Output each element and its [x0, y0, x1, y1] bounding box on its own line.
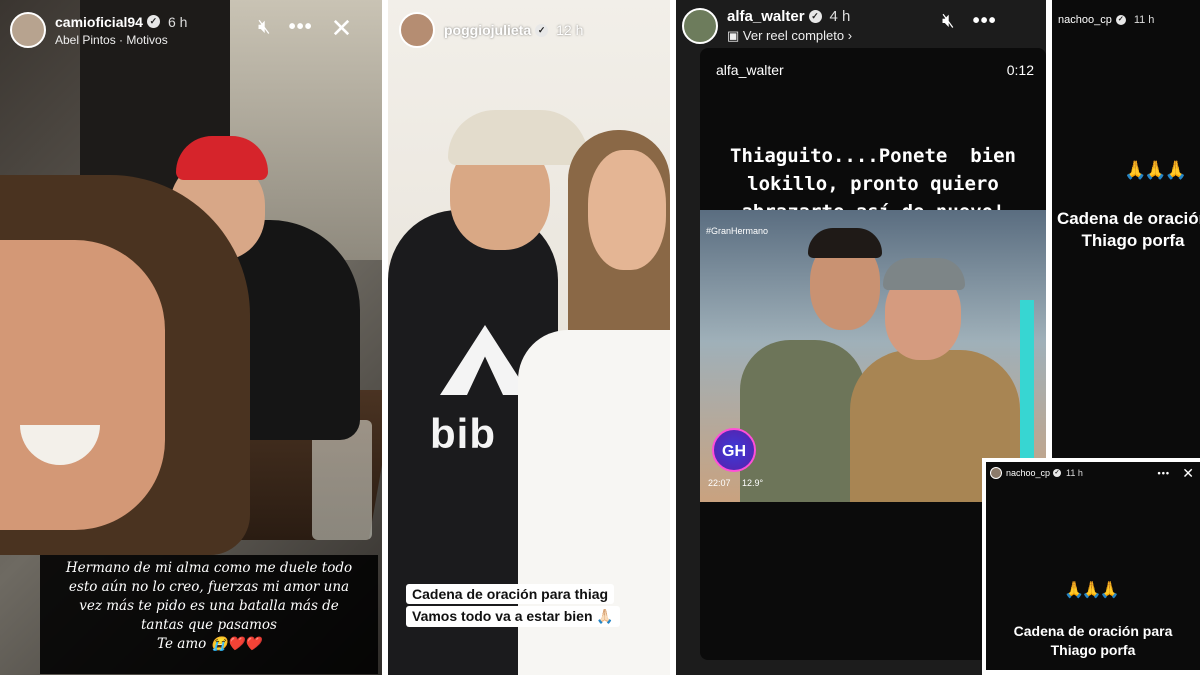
caption-line: tantas que pasamos — [140, 617, 277, 633]
mute-icon[interactable]: 🔇︎ — [942, 10, 955, 33]
bandana-shape — [883, 258, 965, 290]
story-controls: 🔇︎ ••• — [942, 10, 997, 33]
story-inner: nachoo_cp ✓ 11 h ••• ✕ 🙏🙏🙏 Cadena de ora… — [986, 462, 1200, 670]
caption-line: esto aún no lo creo, fuerzas mi amor una — [68, 579, 350, 595]
caption-line: Thiago porfa — [1050, 642, 1136, 658]
avatar[interactable] — [682, 8, 718, 44]
pray-emoji: 🙏🙏🙏 — [1124, 160, 1187, 180]
timestamp: 12 h — [556, 22, 584, 38]
verified-icon: ✓ — [1115, 15, 1126, 25]
story-panel-poggiojulieta: bib poggiojulieta ✓ 12 h Cadena de oraci… — [388, 0, 670, 675]
story-caption-line-1: Cadena de oración para thiag — [406, 584, 615, 604]
username[interactable]: alfa_walter — [727, 8, 805, 25]
story-header: poggiojulieta ✓ 12 h — [388, 0, 670, 60]
woman-face-shape — [588, 150, 666, 270]
caption-line: Cadena de oración para — [1013, 623, 1173, 639]
reel-icon: ▣ — [727, 28, 740, 43]
close-icon[interactable]: ✕ — [331, 15, 353, 41]
verified-icon: ✓ — [1053, 469, 1062, 477]
username[interactable]: nachoo_cp — [1058, 14, 1112, 26]
verified-icon: ✓ — [146, 15, 160, 28]
hoodie-text: bib — [430, 410, 496, 457]
reel-username: alfa_walter — [716, 62, 784, 78]
avatar[interactable] — [399, 12, 435, 48]
story-panel-nachoo_cp-small: nachoo_cp ✓ 11 h ••• ✕ 🙏🙏🙏 Cadena de ora… — [982, 458, 1200, 675]
story-panel-camioficial94: camioficial94 ✓ 6 h Abel Pintos · Motivo… — [0, 0, 382, 675]
beige-cap-shape — [448, 110, 588, 165]
story-header: nachoo_cp ✓ 11 h — [1052, 0, 1200, 40]
verified-icon: ✓ — [535, 23, 549, 37]
tv-hashtag: #GranHermano — [706, 226, 769, 236]
pray-emoji: 🙏🙏🙏 — [1064, 582, 1120, 599]
timestamp: 11 h — [1066, 468, 1083, 478]
caption-line: Cadena de oración — [1056, 209, 1200, 228]
story-controls: 🔇︎ ••• ✕ — [258, 15, 353, 41]
reel-text-line: lokillo, pronto quiero — [747, 173, 999, 195]
story-caption: Hermano de mi alma como me duele todo es… — [40, 555, 378, 674]
story-panel-nachoo_cp: nachoo_cp ✓ 11 h 🙏🙏🙏 Cadena de oración T… — [1052, 0, 1200, 460]
avatar[interactable] — [10, 12, 46, 48]
story-caption-line-2: Vamos todo va a estar bien 🙏🏻 — [406, 606, 620, 627]
story-header: nachoo_cp ✓ 11 h ••• ✕ — [986, 462, 1200, 484]
gh-logo: GH — [712, 428, 756, 472]
reel-text-line: Thiaguito....Ponete bien — [730, 145, 1016, 167]
view-reel-link[interactable]: ▣ Ver reel completo › — [727, 28, 852, 44]
timestamp: 11 h — [1133, 14, 1155, 26]
verified-icon: ✓ — [808, 10, 822, 23]
close-icon[interactable]: ✕ — [1182, 465, 1194, 482]
timestamp: 4 h — [829, 8, 851, 25]
tv-clock: 22:07 — [708, 478, 731, 488]
music-label[interactable]: Abel Pintos · Motivos — [55, 33, 187, 47]
story-caption: Cadena de oración Thiago porfa — [1052, 208, 1200, 252]
woman-face-shape — [0, 240, 165, 530]
username[interactable]: nachoo_cp — [1006, 468, 1050, 478]
reel-duration: 0:12 — [1006, 62, 1034, 78]
timestamp: 6 h — [167, 13, 188, 30]
mute-icon[interactable]: 🔇︎ — [258, 16, 271, 39]
more-icon[interactable]: ••• — [1158, 468, 1170, 478]
view-reel-label[interactable]: Ver reel completo — [743, 28, 844, 43]
username[interactable]: poggiojulieta — [444, 22, 531, 38]
username[interactable]: camioficial94 — [55, 14, 143, 30]
caption-line: Thiago porfa — [1081, 231, 1185, 250]
avatar[interactable] — [990, 467, 1002, 479]
more-icon[interactable]: ••• — [973, 10, 997, 33]
chevron-right-icon: › — [847, 28, 853, 43]
caption-line: Te amo 😭❤️❤️ — [157, 636, 261, 652]
tv-temperature: 12.9° — [742, 478, 764, 488]
man-hair-shape — [808, 228, 882, 258]
more-icon[interactable]: ••• — [289, 16, 313, 39]
story-caption: Cadena de oración para Thiago porfa — [986, 622, 1200, 660]
caption-line: Hermano de mi alma como me duele todo — [65, 560, 353, 576]
caption-line: vez más te pido es una batalla más de — [79, 598, 339, 614]
